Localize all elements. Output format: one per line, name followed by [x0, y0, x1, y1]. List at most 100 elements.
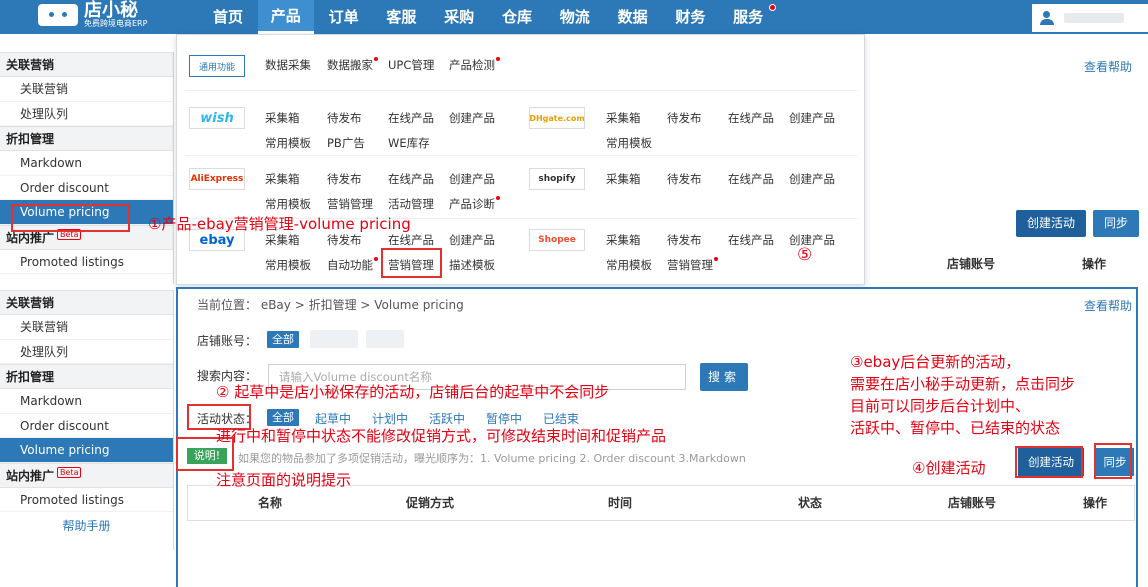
nav-home[interactable]: 首页: [200, 0, 256, 34]
nav-warehouse[interactable]: 仓库: [489, 0, 545, 34]
help-link[interactable]: 查看帮助: [1084, 297, 1132, 314]
nav-customer-service[interactable]: 客服: [373, 0, 429, 34]
sidebar-item-volume-pricing[interactable]: Volume pricing: [0, 438, 173, 463]
sidebar-item-related-marketing[interactable]: 关联营销: [0, 315, 173, 340]
sidebar-item-promoted-listings[interactable]: Promoted listings: [0, 488, 173, 512]
menu-product-check-label: 产品检测: [449, 58, 495, 72]
shopee-marketing-label: 营销管理: [667, 258, 713, 272]
menu-data-collection[interactable]: 数据采集: [265, 57, 311, 73]
nav-orders[interactable]: 订单: [316, 0, 372, 34]
sidebar-section-discount-management: 折扣管理: [0, 364, 173, 389]
menu-product-check[interactable]: 产品检测: [449, 57, 500, 73]
annotation-highlight-box: [11, 204, 130, 232]
aliexpress-create-product[interactable]: 创建产品: [449, 171, 495, 187]
nav-data[interactable]: 数据: [605, 0, 661, 34]
wish-we-inventory[interactable]: WE库存: [388, 135, 430, 151]
ebay-description-templates[interactable]: 描述模板: [449, 257, 495, 273]
dhgate-create-product[interactable]: 创建产品: [789, 110, 835, 126]
sidebar-section-promotion-label: 站内推广: [6, 468, 55, 483]
aliexpress-templates[interactable]: 常用模板: [265, 196, 311, 212]
sidebar-item-promoted-listings[interactable]: Promoted listings: [0, 250, 173, 274]
annotation-step-3-line-2: 需要在店小秘手动更新，点击同步: [850, 375, 1076, 393]
menu-data-migration[interactable]: 数据搬家: [327, 57, 378, 73]
menu-upc-management[interactable]: UPC管理: [388, 57, 434, 73]
store-filter-all[interactable]: 全部: [267, 331, 299, 348]
sidebar-item-markdown[interactable]: Markdown: [0, 389, 173, 414]
help-manual-link[interactable]: 帮助手册: [0, 512, 173, 540]
sidebar-item-process-queue[interactable]: 处理队列: [0, 102, 173, 126]
shopify-collection-box[interactable]: 采集箱: [606, 171, 641, 187]
status-filter-draft[interactable]: 起草中: [315, 410, 351, 427]
logo[interactable]: 店小秘 免费跨境电商ERP: [38, 0, 147, 30]
annotation-step-3-line-3: 目前可以同步后台计划中、: [850, 397, 1031, 415]
help-link[interactable]: 查看帮助: [1084, 58, 1132, 75]
ebay-create-product[interactable]: 创建产品: [449, 232, 495, 248]
dhgate-pending[interactable]: 待发布: [667, 110, 702, 126]
wish-pb-ads[interactable]: PB广告: [327, 135, 365, 151]
sidebar-item-order-discount[interactable]: Order discount: [0, 414, 173, 438]
status-filter-paused[interactable]: 暂停中: [486, 410, 522, 427]
store-account-redacted[interactable]: [366, 330, 404, 348]
column-action: 操作: [1083, 496, 1108, 510]
nav-purchasing[interactable]: 采购: [431, 0, 487, 34]
aliexpress-collection-box[interactable]: 采集箱: [265, 171, 300, 187]
aliexpress-online-products[interactable]: 在线产品: [388, 171, 434, 187]
shopee-pending[interactable]: 待发布: [667, 232, 702, 248]
status-filter-ended[interactable]: 已结束: [543, 410, 579, 427]
shopee-online-products[interactable]: 在线产品: [728, 232, 774, 248]
shopee-templates[interactable]: 常用模板: [606, 257, 652, 273]
column-store-account: 店铺账号: [948, 496, 997, 510]
aliexpress-diagnosis-label: 产品诊断: [449, 197, 495, 211]
menu-divider: [185, 90, 857, 91]
store-account-redacted[interactable]: [310, 330, 358, 348]
column-time: 时间: [608, 496, 633, 510]
nav-services[interactable]: 服务: [720, 0, 777, 34]
search-button[interactable]: 搜索: [700, 363, 748, 391]
new-dot: [714, 257, 718, 261]
wish-online-products[interactable]: 在线产品: [388, 110, 434, 126]
sidebar-item-related-marketing[interactable]: 关联营销: [0, 77, 173, 102]
wish-pending[interactable]: 待发布: [327, 110, 362, 126]
dhgate-online-products[interactable]: 在线产品: [728, 110, 774, 126]
shopify-online-products[interactable]: 在线产品: [728, 171, 774, 187]
annotation-highlight-box: [1015, 446, 1083, 478]
nav-finance[interactable]: 财务: [662, 0, 718, 34]
dhgate-templates[interactable]: 常用模板: [606, 135, 652, 151]
sidebar-section-promotion: 站内推广 Beta: [0, 462, 173, 488]
wish-create-product[interactable]: 创建产品: [449, 110, 495, 126]
sidebar: 关联营销 关联营销 处理队列 折扣管理 Markdown Order disco…: [0, 290, 174, 550]
column-promotion-method: 促销方式: [406, 496, 455, 510]
aliexpress-marketing[interactable]: 营销管理: [327, 196, 373, 212]
shopify-create-product[interactable]: 创建产品: [789, 171, 835, 187]
aliexpress-pending[interactable]: 待发布: [327, 171, 362, 187]
sidebar-item-order-discount[interactable]: Order discount: [0, 176, 173, 200]
wish-templates[interactable]: 常用模板: [265, 135, 311, 151]
aliexpress-logo: AliExpress: [189, 168, 245, 190]
sidebar-item-process-queue[interactable]: 处理队列: [0, 340, 173, 364]
sync-button[interactable]: 同步: [1093, 210, 1139, 237]
wish-collection-box[interactable]: 采集箱: [265, 110, 300, 126]
background-table-header: 店铺账号 操作: [860, 250, 1142, 278]
shopify-pending[interactable]: 待发布: [667, 171, 702, 187]
annotation-step-4: ④创建活动: [912, 459, 986, 477]
ebay-templates[interactable]: 常用模板: [265, 257, 311, 273]
user-name-redacted: [1064, 13, 1124, 23]
status-filter-scheduled[interactable]: 计划中: [372, 410, 408, 427]
status-filter-all[interactable]: 全部: [267, 409, 299, 426]
status-filter-active[interactable]: 活跃中: [429, 410, 465, 427]
aliexpress-activities[interactable]: 活动管理: [388, 196, 434, 212]
note-text: 如果您的物品参加了多项促销活动，曝光顺序为：1. Volume pricing …: [238, 452, 746, 465]
create-activity-button[interactable]: 创建活动: [1016, 210, 1086, 237]
dhgate-collection-box[interactable]: 采集箱: [606, 110, 641, 126]
nav-products[interactable]: 产品: [257, 0, 314, 34]
annotation-step-3-line-1: ③ebay后台更新的活动，: [850, 353, 1021, 371]
sidebar-section-promotion-label: 站内推广: [6, 230, 55, 245]
user-menu[interactable]: [1032, 4, 1148, 32]
shopee-marketing[interactable]: 营销管理: [667, 257, 718, 273]
annotation-step-2-line-1: ② 起草中是店小秘保存的活动，店铺后台的起草中不会同步: [216, 383, 610, 401]
nav-logistics[interactable]: 物流: [547, 0, 603, 34]
aliexpress-diagnosis[interactable]: 产品诊断: [449, 196, 500, 212]
ebay-auto-functions[interactable]: 自动功能: [327, 257, 378, 273]
sidebar-item-markdown[interactable]: Markdown: [0, 151, 173, 176]
shopee-collection-box[interactable]: 采集箱: [606, 232, 641, 248]
